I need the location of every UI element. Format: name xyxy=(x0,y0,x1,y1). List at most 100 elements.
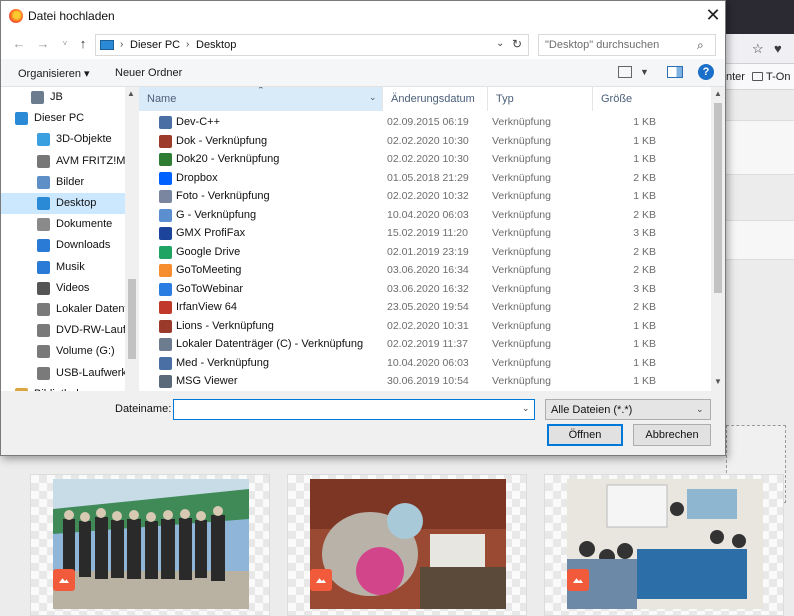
file-size: 1 KB xyxy=(633,134,656,147)
file-name: GoToWebinar xyxy=(176,282,244,295)
tree-item[interactable]: AVM FRITZ!Me xyxy=(1,151,125,172)
file-type: Verknüpfung xyxy=(492,208,551,221)
tree-item[interactable]: Musik xyxy=(1,257,125,278)
file-row[interactable]: Google Drive 02.01.2019 23:19 Verknüpfung 2… xyxy=(139,243,711,262)
filename-history-dropdown-icon[interactable]: ⌄ xyxy=(522,403,530,414)
recent-locations-chevron-icon[interactable]: ˅ xyxy=(57,36,73,52)
tree-item[interactable]: Videos xyxy=(1,278,125,299)
file-list-scroll-thumb[interactable] xyxy=(714,103,722,293)
tree-item[interactable]: Bilder xyxy=(1,172,125,193)
column-size[interactable]: Größe xyxy=(593,87,711,111)
tree-scroll-thumb[interactable] xyxy=(128,279,136,359)
dialog-titlebar: Datei hochladen ✕ xyxy=(1,1,725,31)
file-row[interactable]: MSG Viewer 30.06.2019 10:54 Verknüpfung 1 K… xyxy=(139,372,711,391)
view-options-icon[interactable] xyxy=(618,66,632,78)
file-row[interactable]: GoToMeeting 03.06.2020 16:34 Verknüpfung 2 … xyxy=(139,261,711,280)
tree-scrollbar[interactable]: ▲ xyxy=(125,87,139,391)
file-row[interactable]: Dev-C++ 02.09.2015 06:19 Verknüpfung 1 KB xyxy=(139,113,711,132)
tree-item[interactable]: Desktop xyxy=(1,193,125,214)
pocket-icon[interactable]: ♥ xyxy=(774,42,787,55)
cancel-button[interactable]: Abbrechen xyxy=(633,424,711,446)
address-bar[interactable]: › Dieser PC › Desktop ⌄ ↻ xyxy=(95,34,529,56)
help-icon[interactable]: ? xyxy=(698,64,714,80)
file-type: Verknüpfung xyxy=(492,190,551,202)
search-icon[interactable]: ⌕ xyxy=(697,38,704,53)
file-size: 1 KB xyxy=(633,338,656,350)
file-row[interactable]: Lions - Verknüpfung 02.02.2020 10:31 Verkn… xyxy=(139,317,711,336)
filename-input[interactable] xyxy=(173,399,535,420)
pictures-icon xyxy=(37,175,50,189)
tree-item-label: Musik xyxy=(56,260,85,273)
file-row[interactable]: IrfanView 64 23.05.2020 19:54 Verknüpfung 2… xyxy=(139,298,711,317)
view-dropdown-icon[interactable]: ▼ xyxy=(640,67,649,77)
drive-icon xyxy=(37,303,50,316)
file-date: 02.01.2019 23:19 xyxy=(387,245,469,258)
column-date[interactable]: Änderungsdatum xyxy=(383,87,488,111)
file-row[interactable]: Dok20 - Verknüpfung 02.02.2020 10:30 Verkn… xyxy=(139,150,711,169)
file-date: 02.09.2015 06:19 xyxy=(387,116,469,128)
file-name: Dev-C++ xyxy=(176,116,221,128)
scroll-up-icon[interactable]: ▲ xyxy=(714,89,722,98)
browser-toolbar: ☆ ♥ xyxy=(726,34,794,64)
tree-item[interactable]: Lokaler Datenträ xyxy=(1,299,125,320)
tree-item-label: Downloads xyxy=(56,239,111,252)
file-row[interactable]: Dropbox 01.05.2018 21:29 Verknüpfung 2 KB xyxy=(139,169,711,188)
tree-item[interactable]: 3D-Objekte xyxy=(1,129,125,150)
column-type[interactable]: Typ xyxy=(488,87,593,111)
address-dropdown-icon[interactable]: ⌄ xyxy=(496,38,504,49)
column-name[interactable]: Name ⌃ ⌄ xyxy=(139,87,383,111)
search-box[interactable]: "Desktop" durchsuchen ⌕ xyxy=(538,34,716,56)
file-row[interactable]: Med - Verknüpfung 10.04.2020 06:03 Verknüp… xyxy=(139,354,711,373)
bookmark-item[interactable]: nter xyxy=(726,71,745,83)
file-list-scrollbar[interactable]: ▲ ▼ xyxy=(711,87,725,391)
column-header: Name ⌃ ⌄ Änderungsdatum Typ Größe xyxy=(139,87,711,111)
devcpp-icon xyxy=(159,116,172,129)
file-row[interactable]: G - Verknüpfung 10.04.2020 06:03 Verknüpfu… xyxy=(139,206,711,225)
refresh-icon[interactable]: ↻ xyxy=(512,37,522,51)
tree-item[interactable]: DVD-RW-Laufw xyxy=(1,320,125,341)
gotowebinar-icon xyxy=(159,282,172,296)
close-button[interactable]: ✕ xyxy=(699,4,727,28)
file-name: Dok20 - Verknüpfung xyxy=(176,153,280,165)
file-row[interactable]: GMX ProfiFax 15.02.2019 11:20 Verknüpfung 3… xyxy=(139,224,711,243)
image-thumbnail-card[interactable] xyxy=(544,474,784,616)
filename-label: Dateiname: xyxy=(115,403,172,415)
column-filter-icon[interactable]: ⌄ xyxy=(369,92,377,103)
image-thumbnail-card[interactable] xyxy=(30,474,270,616)
scroll-up-icon[interactable]: ▲ xyxy=(127,89,135,98)
file-name: Google Drive xyxy=(176,245,241,258)
tree-item-label: Lokaler Datenträ xyxy=(56,303,125,315)
tree-item[interactable]: Dieser PC xyxy=(1,108,125,129)
open-button[interactable]: Öffnen xyxy=(547,424,623,446)
tree-item[interactable]: Volume (G:) xyxy=(1,341,125,362)
file-size: 1 KB xyxy=(633,319,656,332)
file-row[interactable]: Lokaler Datenträger (C) - Verknüpfung 02.… xyxy=(139,335,711,354)
back-arrow-icon[interactable]: ← xyxy=(11,36,27,52)
file-type: Verknüpfung xyxy=(492,245,551,258)
breadcrumb-desktop[interactable]: Desktop xyxy=(196,39,236,51)
folder-shortcut-icon xyxy=(159,134,172,148)
documents-icon xyxy=(37,218,50,232)
tree-item-label: Bilder xyxy=(56,175,85,188)
organize-button[interactable]: Organisieren ▾ xyxy=(18,67,90,80)
new-folder-button[interactable]: Neuer Ordner xyxy=(115,67,182,79)
up-arrow-icon[interactable]: ↑ xyxy=(75,36,91,52)
tree-item[interactable]: JB xyxy=(1,87,125,108)
tree-item[interactable]: Dokumente xyxy=(1,214,125,235)
scroll-down-icon[interactable]: ▼ xyxy=(714,377,722,386)
tree-item[interactable]: Downloads xyxy=(1,235,125,256)
forward-arrow-icon[interactable]: → xyxy=(35,36,51,52)
file-row[interactable]: Dok - Verknüpfung 02.02.2020 10:30 Verknüp… xyxy=(139,132,711,151)
file-size: 3 KB xyxy=(633,227,656,239)
file-type-filter[interactable]: Alle Dateien (*.*) ⌄ xyxy=(545,399,711,420)
bookmark-folder[interactable]: T-On xyxy=(752,71,790,83)
file-row[interactable]: GoToWebinar 03.06.2020 16:32 Verknüpfung 3 … xyxy=(139,280,711,299)
preview-pane-icon[interactable] xyxy=(667,66,683,78)
breadcrumb-this-pc[interactable]: Dieser PC xyxy=(130,39,180,51)
file-row[interactable]: Foto - Verknüpfung 02.02.2020 10:32 Verknü… xyxy=(139,187,711,206)
folder-shortcut-icon xyxy=(159,153,172,166)
tree-item[interactable]: Bibliotheken xyxy=(1,384,125,391)
star-icon[interactable]: ☆ xyxy=(752,42,765,55)
tree-item[interactable]: USB-Laufwerk xyxy=(1,363,125,384)
image-thumbnail-card[interactable] xyxy=(287,474,527,616)
